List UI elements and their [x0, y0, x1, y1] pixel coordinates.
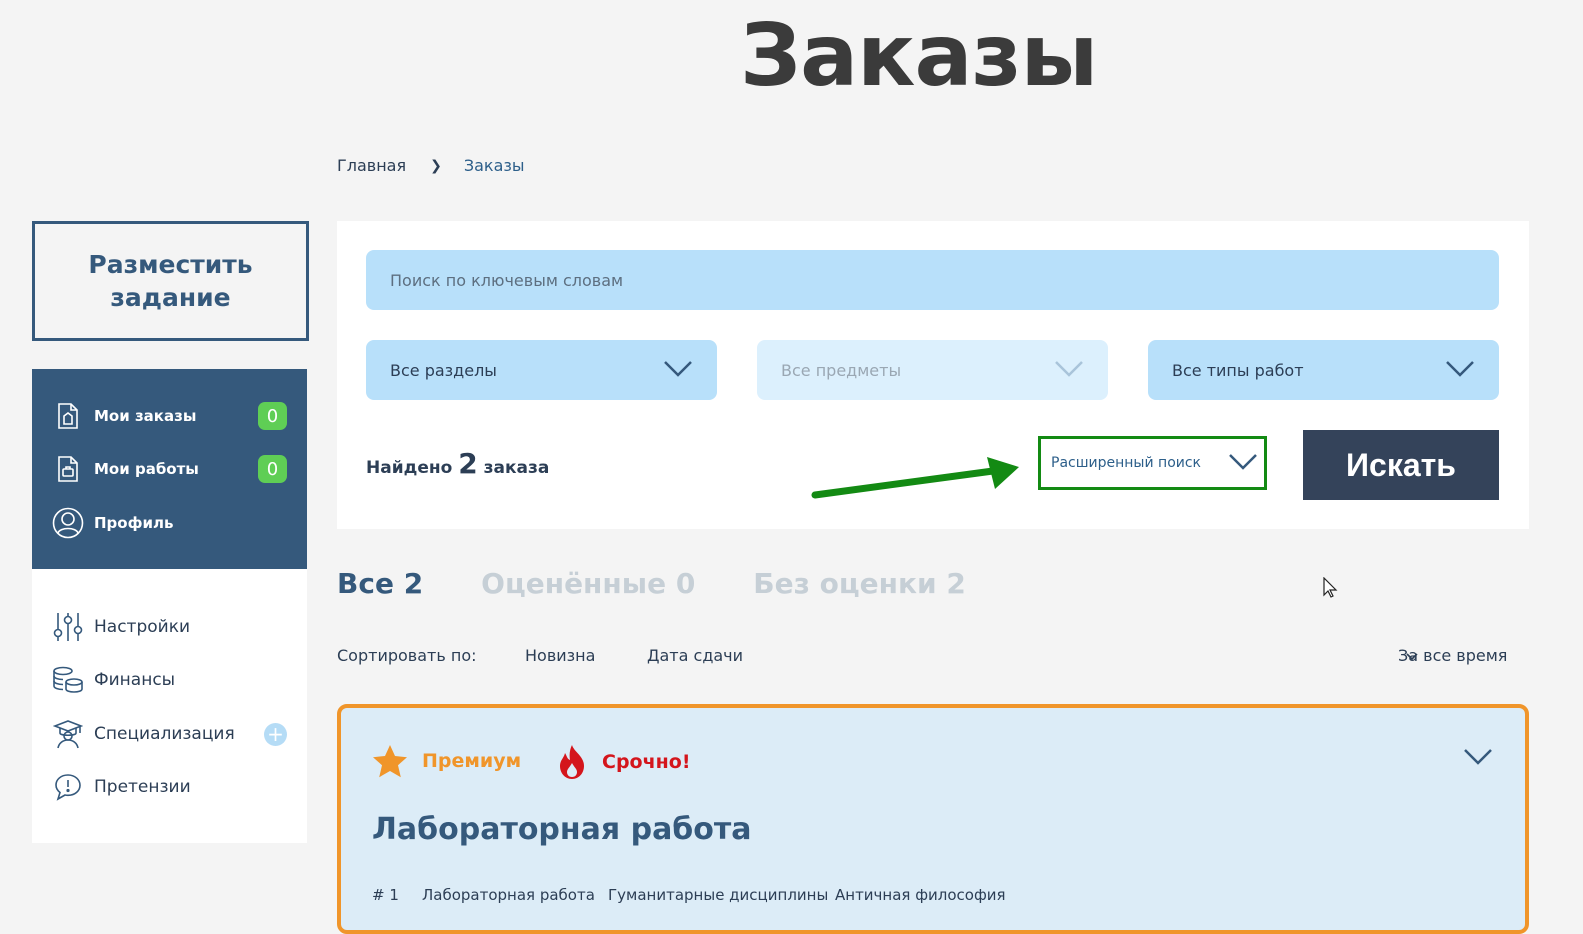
section-select[interactable]: Все разделы — [366, 340, 717, 400]
chevron-down-icon — [1054, 360, 1084, 382]
sidebar-item-finance[interactable]: Финансы — [52, 664, 175, 696]
sidebar-item-my-orders[interactable]: Мои заказы — [52, 400, 196, 432]
star-icon — [373, 745, 407, 778]
period-dropdown[interactable]: За все время — [1398, 646, 1507, 665]
sidebar-primary: Мои заказы 0 Мои работы 0 Профиль — [32, 369, 307, 569]
arrow-annotation-icon — [811, 457, 1019, 499]
chevron-down-icon — [663, 360, 693, 382]
order-card[interactable]: Премиум Срочно! Лабораторная работа # 1 … — [337, 704, 1529, 934]
user-circle-icon — [52, 507, 84, 539]
sliders-icon — [52, 611, 84, 643]
page-title: Заказы — [740, 6, 1098, 106]
order-section: Гуманитарные дисциплины — [608, 886, 829, 904]
sidebar-item-label: Мои работы — [94, 460, 199, 478]
subject-select[interactable]: Все предметы — [757, 340, 1108, 400]
advanced-search-label: Расширенный поиск — [1051, 455, 1202, 471]
my-orders-count-badge: 0 — [258, 402, 287, 430]
section-select-value: Все разделы — [390, 360, 497, 380]
subject-select-value: Все предметы — [781, 360, 902, 380]
sidebar-item-label: Финансы — [94, 670, 176, 690]
order-subject: Античная философия — [835, 886, 1006, 904]
breadcrumb-current: Заказы — [463, 156, 525, 175]
tab-all[interactable]: Все 2 — [337, 567, 423, 600]
sidebar-item-specialization[interactable]: Специализация — [52, 718, 235, 750]
breadcrumb-home[interactable]: Главная — [337, 156, 406, 175]
urgent-tag: Срочно! — [558, 744, 691, 780]
work-type-select[interactable]: Все типы работ — [1148, 340, 1499, 400]
sidebar-item-settings[interactable]: Настройки — [52, 611, 190, 643]
search-button[interactable]: Искать — [1303, 430, 1499, 500]
sidebar-item-profile[interactable]: Профиль — [52, 507, 173, 539]
speech-alert-icon — [52, 771, 84, 803]
chevron-down-icon — [1228, 453, 1258, 475]
sidebar-item-label: Мои заказы — [94, 407, 197, 425]
sidebar-item-label: Настройки — [94, 617, 191, 637]
tab-unrated[interactable]: Без оценки 2 — [753, 567, 966, 600]
tab-rated[interactable]: Оценённые 0 — [481, 567, 695, 600]
work-type-select-value: Все типы работ — [1172, 360, 1304, 380]
keyword-search-input[interactable] — [366, 250, 1499, 310]
expand-order-chevron-icon[interactable] — [1463, 748, 1493, 770]
breadcrumb: Главная ❯ Заказы — [337, 156, 525, 175]
sidebar-item-label: Специализация — [94, 724, 235, 744]
sidebar-secondary: Настройки Финансы Специализация + Претен… — [32, 569, 307, 843]
chevron-down-icon — [1445, 360, 1475, 382]
sort-option-due-date[interactable]: Дата сдачи — [647, 646, 743, 665]
premium-tag: Премиум — [372, 744, 521, 778]
my-works-count-badge: 0 — [258, 455, 287, 483]
found-count-text: Найдено 2 заказа — [366, 447, 550, 480]
document-building-icon — [52, 400, 84, 432]
advanced-search-toggle[interactable]: Расширенный поиск — [1038, 436, 1267, 490]
coins-icon — [52, 664, 84, 696]
document-briefcase-icon — [52, 453, 84, 485]
order-title[interactable]: Лабораторная работа — [372, 812, 752, 847]
post-task-button[interactable]: Разместить задание — [32, 221, 309, 341]
search-panel: Все разделы Все предметы Все типы работ … — [337, 221, 1529, 529]
order-number: # 1 — [372, 886, 399, 904]
chevron-right-icon: ❯ — [430, 157, 442, 174]
add-specialization-button[interactable]: + — [264, 723, 287, 746]
sidebar-item-label: Претензии — [94, 777, 191, 797]
sidebar-item-label: Профиль — [94, 514, 174, 532]
mouse-cursor-icon — [1323, 577, 1338, 598]
order-work-type: Лабораторная работа — [422, 886, 595, 904]
sort-label: Сортировать по: — [337, 646, 477, 665]
graduate-icon — [52, 718, 84, 750]
sidebar-item-claims[interactable]: Претензии — [52, 771, 191, 803]
sort-option-newest[interactable]: Новизна — [525, 646, 595, 665]
flame-icon — [560, 745, 584, 779]
order-filter-tabs: Все 2 Оценённые 0 Без оценки 2 — [337, 567, 1024, 600]
found-count-number: 2 — [458, 447, 478, 480]
sidebar-item-my-works[interactable]: Мои работы — [52, 453, 199, 485]
